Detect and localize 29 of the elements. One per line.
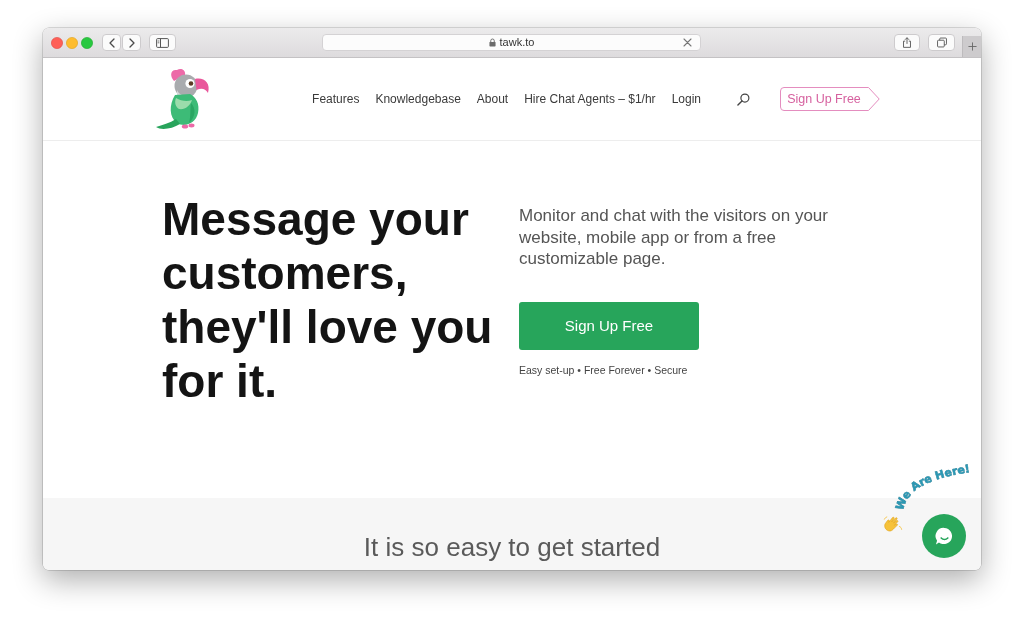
nav-link[interactable]: Hire Chat Agents – $1/hr [524, 91, 656, 107]
back-button[interactable] [102, 34, 121, 51]
forward-button[interactable] [122, 34, 141, 51]
sidebar-icon [156, 37, 169, 48]
sidebar-button[interactable] [149, 34, 176, 51]
new-tab-button[interactable] [962, 36, 981, 57]
stacked-squares-icon [936, 37, 947, 48]
section-heading: It is so easy to get started [363, 532, 661, 563]
chat-bubble-icon [933, 525, 955, 547]
headline: Message your customers, they'll love you for it. [162, 192, 494, 408]
address-field[interactable]: tawk.to [322, 34, 701, 51]
chevron-left-icon [108, 37, 115, 48]
search-icon[interactable] [737, 92, 750, 106]
nav-link[interactable]: Login [671, 91, 701, 107]
share-button[interactable] [894, 34, 920, 51]
nav-link[interactable]: Knowledgebase [375, 91, 461, 107]
tabs-button[interactable] [928, 34, 955, 51]
feature-highlights: Easy set-up • Free Forever • Secure [519, 362, 689, 377]
waving-hand-icon [883, 516, 903, 532]
nav-link[interactable]: Features [312, 91, 360, 107]
nav-link[interactable]: About [476, 91, 509, 107]
close-icon[interactable] [683, 38, 692, 47]
hero-description: Monitor and chat with the visitors on your website, mobile app or from a free customizable page. [519, 205, 829, 270]
plus-icon [967, 42, 977, 51]
chevron-right-icon [128, 37, 135, 48]
sign-up-button[interactable]: Sign Up Free [780, 87, 880, 111]
close-window-icon[interactable] [51, 36, 63, 49]
share-icon [902, 37, 912, 48]
lock-icon [488, 38, 496, 47]
